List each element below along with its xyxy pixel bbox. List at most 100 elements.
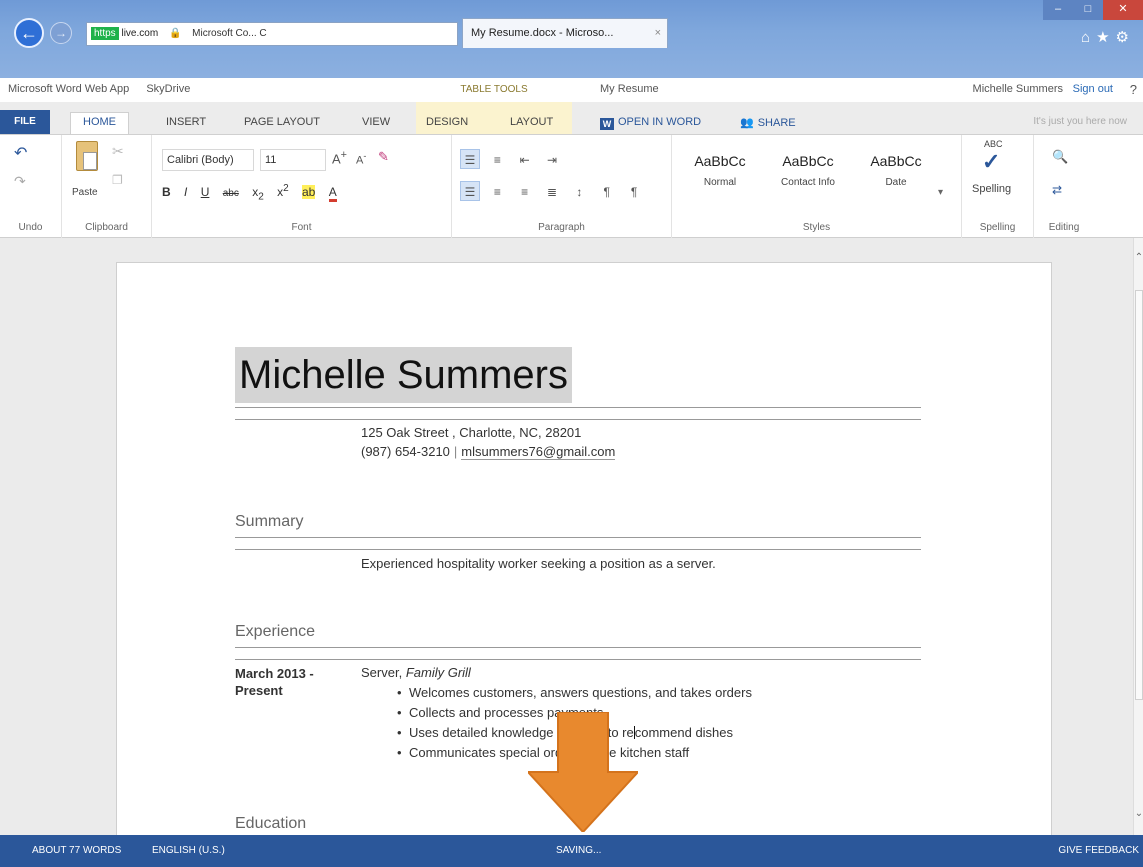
open-in-word-button[interactable]: W OPEN IN WORD <box>600 116 701 130</box>
tab-close-icon[interactable]: × <box>655 19 661 47</box>
name-rule-bottom <box>235 419 921 420</box>
redo-icon[interactable]: ↷ <box>14 173 26 190</box>
style-date[interactable]: AaBbCc Date <box>852 139 940 203</box>
font-group: Calibri (Body) 11 A+ A- ✎ B I U abc x2 x… <box>152 135 452 239</box>
paste-icon[interactable] <box>76 141 98 171</box>
skydrive-link[interactable]: SkyDrive <box>146 83 190 95</box>
justify-icon[interactable]: ≣ <box>542 182 562 202</box>
word-icon: W <box>600 118 614 130</box>
favorites-star-icon[interactable]: ★ <box>1096 29 1115 46</box>
summary-text[interactable]: Experienced hospitality worker seeking a… <box>361 556 716 571</box>
decrease-indent-icon[interactable]: ⇤ <box>515 150 535 170</box>
font-group-label: Font <box>291 222 312 233</box>
styles-group-label: Styles <box>802 222 831 233</box>
scroll-up-icon[interactable]: ⌃ <box>1134 252 1143 263</box>
browser-tab-active[interactable]: My Resume.docx - Microso... × <box>462 18 668 48</box>
list-row: ☰ ≡ ⇤ ⇥ <box>460 149 566 170</box>
forward-arrow-icon[interactable]: → <box>50 22 72 44</box>
home-icon[interactable]: ⌂ <box>1081 29 1096 46</box>
subscript-icon[interactable]: x2 <box>252 185 264 202</box>
experience-date-start: March 2013 - <box>235 666 314 681</box>
contact-separator: | <box>453 444 458 459</box>
minimize-icon[interactable]: – <box>1043 0 1073 20</box>
font-color-icon[interactable]: A <box>328 185 337 202</box>
tab-insert[interactable]: INSERT <box>166 116 206 128</box>
list-item[interactable]: Welcomes customers, answers questions, a… <box>397 683 752 703</box>
save-status: SAVING... <box>556 845 602 856</box>
spelling-button[interactable]: Spelling <box>972 183 1011 195</box>
experience-heading[interactable]: Experience <box>235 623 315 641</box>
replace-icon[interactable]: ⇄ <box>1052 183 1062 197</box>
ltr-icon[interactable]: ¶ <box>597 182 617 202</box>
give-feedback-link[interactable]: GIVE FEEDBACK <box>1058 845 1139 856</box>
open-in-word-label: OPEN IN WORD <box>618 116 702 128</box>
experience-date[interactable]: March 2013 - Present <box>235 665 314 699</box>
language-indicator[interactable]: ENGLISH (U.S.) <box>152 845 225 856</box>
align-left-icon[interactable]: ☰ <box>460 181 480 201</box>
tab-design[interactable]: DESIGN <box>426 116 468 128</box>
experience-rule-top <box>235 647 921 648</box>
shrink-font-icon[interactable]: A- <box>356 151 366 167</box>
cut-icon[interactable]: ✂ <box>112 143 124 160</box>
experience-company: Family Grill <box>405 665 471 680</box>
window-close-icon[interactable]: ✕ <box>1103 0 1143 20</box>
document-name: My Resume <box>600 83 659 95</box>
highlight-icon[interactable]: ab <box>302 185 316 199</box>
contact-phone: (987) 654-3210 <box>361 444 450 459</box>
font-name-select[interactable]: Calibri (Body) <box>162 149 254 171</box>
style-normal[interactable]: AaBbCc Normal <box>676 139 764 203</box>
numbering-icon[interactable]: ≡ <box>487 150 507 170</box>
find-binoculars-icon[interactable]: 🔍 <box>1052 149 1068 165</box>
tab-page-layout[interactable]: PAGE LAYOUT <box>244 116 320 128</box>
copy-icon[interactable]: ❐ <box>112 173 123 187</box>
contact-phone-email[interactable]: (987) 654-3210 | mlsummers76@gmail.com <box>361 444 616 460</box>
bold-icon[interactable]: B <box>162 185 171 199</box>
tab-file[interactable]: FILE <box>0 110 50 134</box>
rtl-icon[interactable]: ¶ <box>624 182 644 202</box>
undo-icon[interactable]: ↶ <box>14 143 27 163</box>
paste-button[interactable]: Paste <box>72 187 98 198</box>
undo-group: ↶ ↷ Undo <box>0 135 62 239</box>
grow-font-icon[interactable]: A+ <box>332 149 347 166</box>
spelling-check-icon[interactable]: ✓ <box>982 149 1000 175</box>
experience-title: Server, <box>361 665 403 680</box>
resume-name-heading[interactable]: Michelle Summers <box>235 347 572 403</box>
contact-address[interactable]: 125 Oak Street , Charlotte, NC, 28201 <box>361 425 581 440</box>
increase-indent-icon[interactable]: ⇥ <box>542 150 562 170</box>
tab-title: My Resume.docx - Microso... <box>471 27 614 39</box>
orange-down-arrow-icon <box>528 712 638 832</box>
tab-view[interactable]: VIEW <box>362 116 390 128</box>
share-button[interactable]: 👥 SHARE <box>740 116 796 129</box>
help-icon[interactable]: ? <box>1130 82 1137 97</box>
style-sample: AaBbCc <box>694 153 746 169</box>
share-people-icon: 👥 <box>740 117 754 129</box>
scroll-down-icon[interactable]: ⌄ <box>1134 808 1143 819</box>
styles-more-icon[interactable]: ▾ <box>938 187 943 198</box>
address-bar[interactable]: https live.com 🔒 Microsoft Co... C <box>86 22 458 46</box>
tab-layout[interactable]: LAYOUT <box>510 116 553 128</box>
summary-heading[interactable]: Summary <box>235 513 303 531</box>
summary-rule-bottom <box>235 549 921 550</box>
line-spacing-icon[interactable]: ↕ <box>569 182 589 202</box>
clear-formatting-icon[interactable]: ✎ <box>378 149 389 165</box>
education-heading[interactable]: Education <box>235 815 306 833</box>
settings-gear-icon[interactable]: ⚙ <box>1116 29 1135 46</box>
align-center-icon[interactable]: ≡ <box>487 182 507 202</box>
vertical-scrollbar[interactable]: ⌃ ⌄ <box>1133 238 1143 835</box>
underline-icon[interactable]: U <box>201 185 210 199</box>
font-size-select[interactable]: 11 <box>260 149 326 171</box>
back-arrow-icon[interactable]: ← <box>14 18 44 48</box>
sign-out-link[interactable]: Sign out <box>1073 83 1113 95</box>
bullets-icon[interactable]: ☰ <box>460 149 480 169</box>
superscript-icon[interactable]: x2 <box>277 183 289 199</box>
style-name: Date <box>885 177 907 188</box>
align-right-icon[interactable]: ≡ <box>515 182 535 202</box>
strikethrough-icon[interactable]: abc <box>223 188 239 199</box>
experience-role[interactable]: Server, Family Grill <box>361 665 471 680</box>
tab-home[interactable]: HOME <box>70 112 129 134</box>
browser-nav-icons: ⌂★⚙ <box>1081 28 1135 46</box>
style-contact-info[interactable]: AaBbCc Contact Info <box>764 139 852 203</box>
italic-icon[interactable]: I <box>184 185 187 199</box>
maximize-icon[interactable]: □ <box>1073 0 1103 20</box>
scroll-thumb[interactable] <box>1135 290 1143 700</box>
